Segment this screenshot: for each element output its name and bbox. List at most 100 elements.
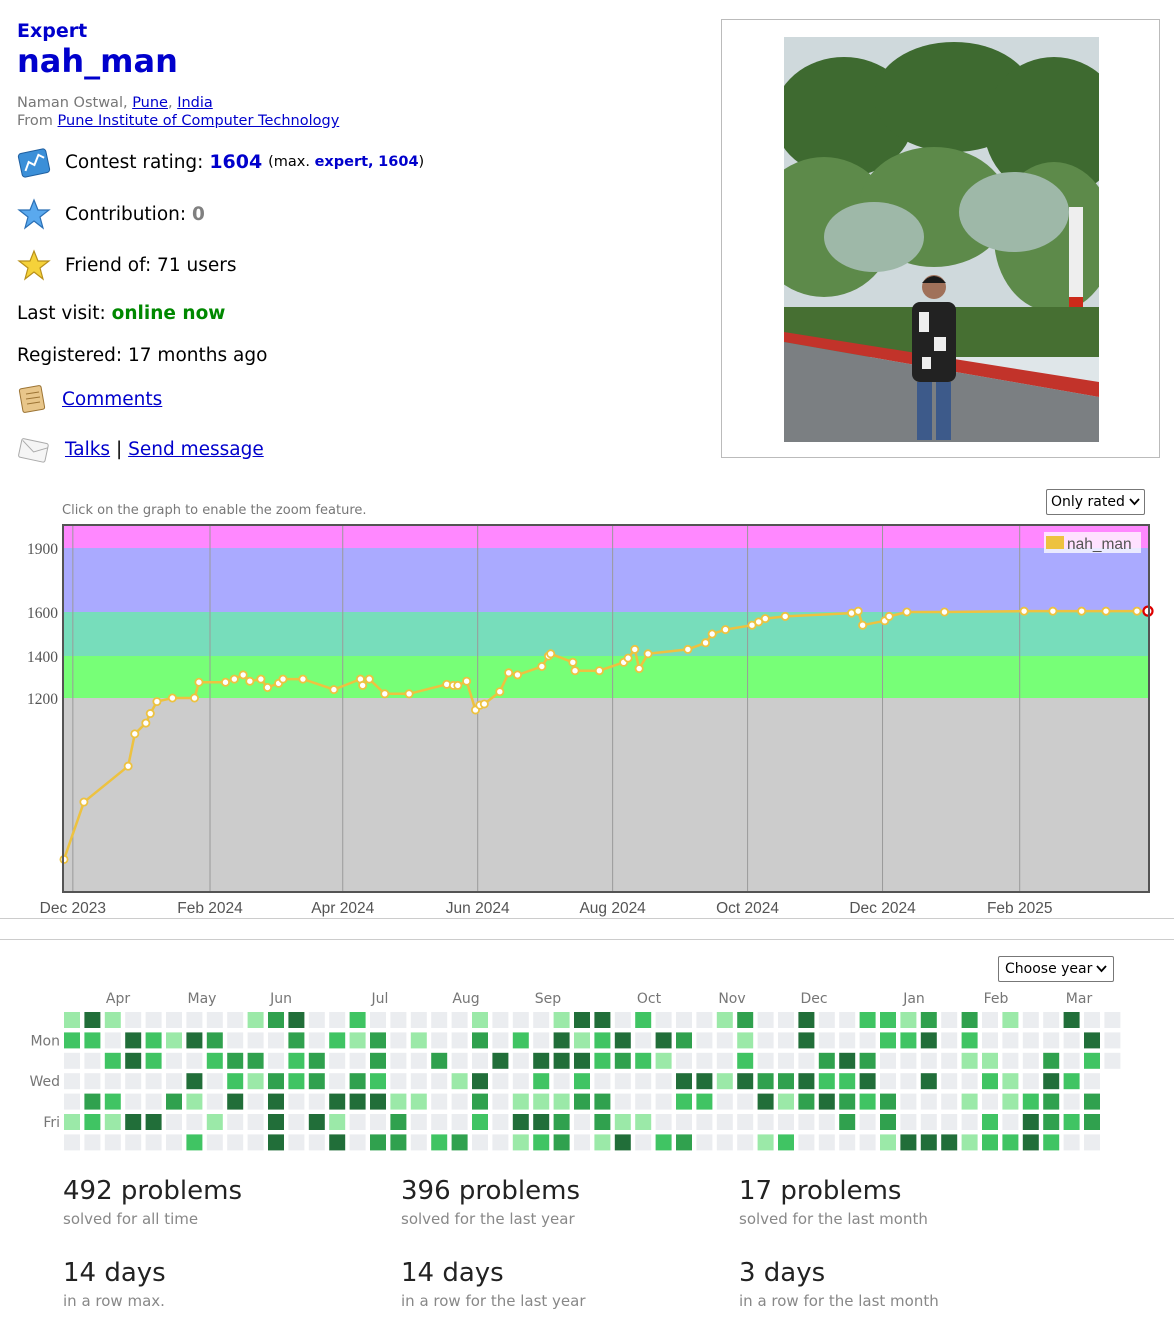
heatmap-cell[interactable] (676, 1093, 692, 1110)
rating-point[interactable] (594, 666, 604, 676)
heatmap-cell[interactable] (472, 1052, 488, 1069)
heatmap-cell[interactable] (676, 1073, 692, 1090)
heatmap-cell[interactable] (492, 1093, 509, 1110)
heatmap-cell[interactable] (941, 1134, 958, 1151)
rating-point[interactable] (256, 674, 266, 684)
rating-point[interactable] (853, 606, 863, 616)
heatmap-cell[interactable] (982, 1134, 998, 1151)
heatmap-cell[interactable] (1063, 1032, 1080, 1049)
rating-point[interactable] (167, 693, 177, 703)
heatmap-cell[interactable] (349, 1012, 366, 1028)
heatmap-cell[interactable] (227, 1134, 244, 1151)
rating-point[interactable] (537, 662, 547, 672)
heatmap-cell[interactable] (1002, 1134, 1019, 1151)
heatmap-cell[interactable] (288, 1032, 305, 1049)
heatmap-cell[interactable] (778, 1134, 794, 1151)
heatmap-cell[interactable] (492, 1114, 509, 1130)
heatmap-cell[interactable] (696, 1134, 713, 1151)
heatmap-cell[interactable] (859, 1032, 876, 1049)
heatmap-cell[interactable] (635, 1073, 652, 1090)
heatmap-cell[interactable] (1043, 1093, 1060, 1110)
heatmap-cell[interactable] (900, 1032, 917, 1049)
rating-point[interactable] (79, 797, 89, 807)
heatmap-cell[interactable] (553, 1012, 570, 1028)
heatmap-cell[interactable] (982, 1073, 998, 1090)
heatmap-cell[interactable] (696, 1073, 713, 1090)
heatmap-cell[interactable] (288, 1052, 305, 1069)
heatmap-cell[interactable] (676, 1052, 692, 1069)
heatmap-cell[interactable] (512, 1073, 529, 1090)
heatmap-cell[interactable] (308, 1134, 325, 1151)
heatmap-cell[interactable] (472, 1114, 488, 1130)
heatmap-cell[interactable] (288, 1073, 305, 1090)
rating-chart[interactable]: 1200 1400 1600 1900 Dec 2023 Feb 2024 Apr 202… (0, 500, 1174, 940)
heatmap-cell[interactable] (737, 1093, 754, 1110)
heatmap-cell[interactable] (145, 1012, 162, 1028)
heatmap-cell[interactable] (349, 1073, 366, 1090)
heatmap-cell[interactable] (818, 1093, 835, 1110)
heatmap-cell[interactable] (778, 1073, 794, 1090)
heatmap-cell[interactable] (716, 1093, 733, 1110)
heatmap-cell[interactable] (757, 1032, 774, 1049)
heatmap-cell[interactable] (818, 1073, 835, 1090)
heatmap-cell[interactable] (492, 1052, 509, 1069)
heatmap-cell[interactable] (798, 1134, 815, 1151)
heatmap-cell[interactable] (1022, 1134, 1039, 1151)
heatmap-cell[interactable] (859, 1134, 876, 1151)
heatmap-cell[interactable] (574, 1093, 590, 1110)
heatmap-cell[interactable] (655, 1052, 672, 1069)
heatmap-cell[interactable] (778, 1093, 794, 1110)
heatmap-cell[interactable] (880, 1012, 896, 1028)
heatmap-cell[interactable] (553, 1134, 570, 1151)
rating-point[interactable] (152, 697, 162, 707)
heatmap-cell[interactable] (206, 1114, 223, 1130)
heatmap-cell[interactable] (676, 1012, 692, 1028)
heatmap-cell[interactable] (696, 1114, 713, 1130)
heatmap-cell[interactable] (655, 1134, 672, 1151)
rating-point[interactable] (229, 674, 239, 684)
heatmap-cell[interactable] (84, 1073, 101, 1090)
heatmap-cell[interactable] (757, 1114, 774, 1130)
heatmap-cell[interactable] (594, 1073, 611, 1090)
heatmap-cell[interactable] (492, 1032, 509, 1049)
heatmap-cell[interactable] (1063, 1114, 1080, 1130)
heatmap-cell[interactable] (839, 1073, 856, 1090)
heatmap-cell[interactable] (1022, 1012, 1039, 1028)
rating-point[interactable] (634, 664, 644, 674)
heatmap-cell[interactable] (839, 1134, 856, 1151)
heatmap-cell[interactable] (512, 1052, 529, 1069)
heatmap-cell[interactable] (880, 1073, 896, 1090)
heatmap-cell[interactable] (941, 1012, 958, 1028)
heatmap-cell[interactable] (757, 1012, 774, 1028)
heatmap-cell[interactable] (900, 1093, 917, 1110)
heatmap-cell[interactable] (961, 1093, 978, 1110)
rating-point[interactable] (1132, 606, 1142, 616)
heatmap-cell[interactable] (431, 1012, 448, 1028)
heatmap-cell[interactable] (941, 1093, 958, 1110)
heatmap-cell[interactable] (268, 1052, 284, 1069)
heatmap-cell[interactable] (410, 1032, 427, 1049)
heatmap-cell[interactable] (574, 1134, 590, 1151)
rating-point[interactable] (329, 685, 339, 695)
heatmap-cell[interactable] (410, 1093, 427, 1110)
heatmap-cell[interactable] (920, 1052, 937, 1069)
heatmap-cell[interactable] (574, 1073, 590, 1090)
heatmap-cell[interactable] (920, 1134, 937, 1151)
heatmap-cell[interactable] (798, 1052, 815, 1069)
heatmap-cell[interactable] (390, 1093, 407, 1110)
heatmap-cell[interactable] (880, 1032, 896, 1049)
heatmap-cell[interactable] (920, 1073, 937, 1090)
heatmap-cell[interactable] (329, 1012, 346, 1028)
heatmap-cell[interactable] (247, 1032, 264, 1049)
heatmap-cell[interactable] (349, 1134, 366, 1151)
heatmap-cell[interactable] (186, 1032, 203, 1049)
heatmap-cell[interactable] (920, 1032, 937, 1049)
heatmap-cell[interactable] (288, 1012, 305, 1028)
heatmap-cell[interactable] (288, 1114, 305, 1130)
heatmap-cell[interactable] (492, 1012, 509, 1028)
heatmap-cell[interactable] (166, 1052, 182, 1069)
rating-point[interactable] (453, 680, 463, 690)
heatmap-cell[interactable] (1002, 1093, 1019, 1110)
heatmap-cell[interactable] (880, 1052, 896, 1069)
heatmap-cell[interactable] (655, 1012, 672, 1028)
